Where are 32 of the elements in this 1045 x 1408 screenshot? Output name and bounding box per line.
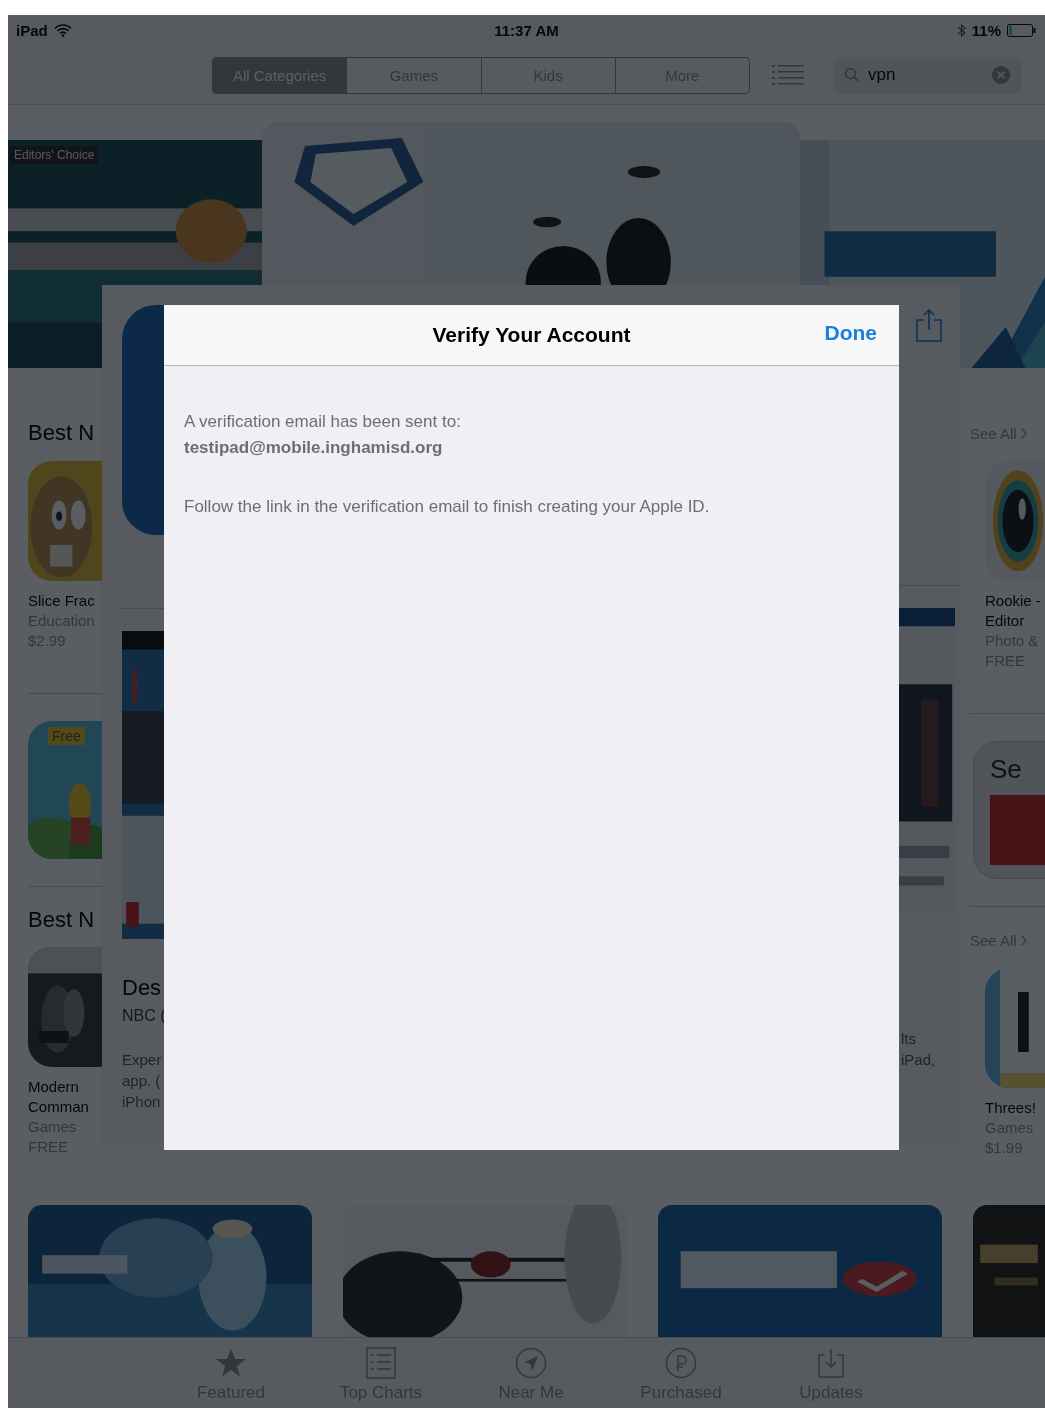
app-card[interactable]: Se: [973, 741, 1045, 880]
section-title: Best N: [28, 421, 96, 446]
description-title: Des: [122, 975, 163, 1001]
download-tray-icon: [815, 1347, 847, 1380]
star-icon: [215, 1347, 247, 1380]
device-name: iPad: [16, 22, 48, 40]
card-text: Se: [990, 754, 1023, 786]
clear-icon[interactable]: [991, 65, 1011, 86]
wifi-icon: [53, 24, 72, 38]
section-title: Best N: [28, 908, 96, 933]
list-icon: [365, 1347, 397, 1380]
done-button[interactable]: Done: [824, 321, 877, 345]
battery-percent: 11%: [971, 22, 1001, 40]
search-field[interactable]: vpn: [834, 56, 1021, 94]
share-icon[interactable]: [915, 308, 943, 342]
app-name: Slice Frac: [28, 591, 96, 612]
dialog-title: Verify Your Account: [432, 323, 631, 347]
purchased-icon: [665, 1347, 697, 1380]
clock: 11:37 AM: [494, 22, 559, 40]
app-name: Modern Comman: [28, 1077, 90, 1118]
app-icon: [122, 305, 164, 535]
instructions-text: Follow the link in the verification email to finish creating your Apple ID.: [184, 496, 711, 518]
app-name: Rookie - Editor: [985, 591, 1042, 632]
message-text: A verification email has been sent to:: [184, 411, 462, 433]
list-icon[interactable]: [772, 64, 804, 87]
app-name: Threes!: [985, 1098, 1037, 1119]
email-address: testipad@mobile.inghamisd.org: [184, 437, 444, 459]
bluetooth-icon: [956, 23, 966, 39]
chevron-icon: [1020, 934, 1027, 946]
chevron-icon: [1020, 427, 1027, 439]
search-icon: [844, 67, 860, 84]
battery-icon: [1007, 24, 1037, 38]
